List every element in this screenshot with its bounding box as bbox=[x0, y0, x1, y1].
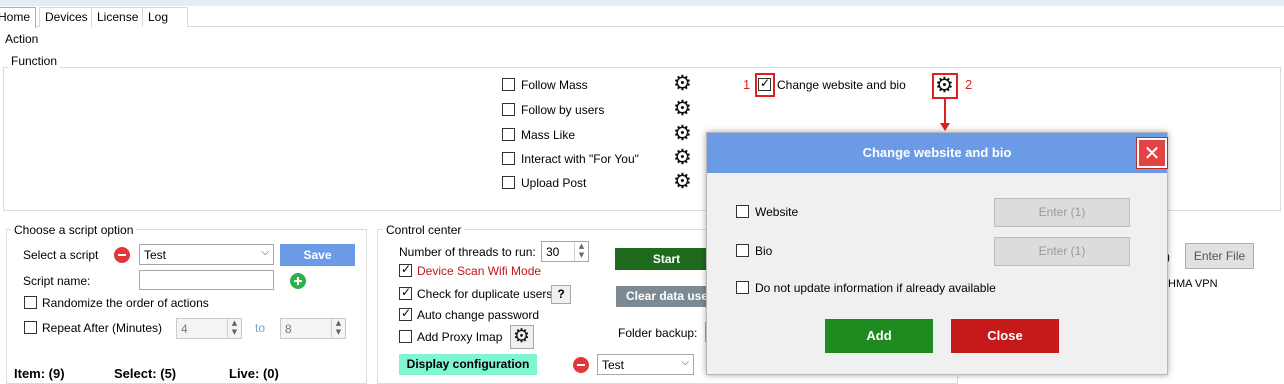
change-website-dialog: Change website and bio ✕ Website Enter (… bbox=[706, 132, 1168, 375]
interact-for-you-gear-icon[interactable]: ⚙ bbox=[673, 147, 692, 168]
script-select[interactable]: Test ⌵ bbox=[139, 244, 274, 265]
config-select-value: Test bbox=[602, 358, 625, 372]
pointer-arrow-line bbox=[944, 99, 946, 125]
change-website-label: Change website and bio bbox=[777, 78, 906, 92]
auto-password-checkbox[interactable] bbox=[399, 306, 412, 321]
folder-backup-label: Folder backup: bbox=[618, 326, 698, 340]
select-script-label: Select a script bbox=[23, 248, 99, 262]
tab-home[interactable]: Home bbox=[0, 7, 37, 28]
check-duplicate-label: Check for duplicate users bbox=[417, 287, 553, 301]
repeat-label: Repeat After (Minutes) bbox=[42, 321, 163, 335]
script-option-legend: Choose a script option bbox=[11, 223, 137, 237]
upload-post-label: Upload Post bbox=[521, 176, 587, 190]
tab-license-label: License bbox=[97, 10, 139, 24]
spinner-arrows-icon[interactable]: ▲ ▼ bbox=[331, 319, 345, 338]
interact-for-you-checkbox[interactable] bbox=[502, 152, 515, 165]
spinner-arrows-icon[interactable]: ▲ ▼ bbox=[574, 242, 588, 261]
script-name-label: Script name: bbox=[23, 274, 91, 288]
tab-bar bbox=[0, 6, 1284, 27]
control-center-legend: Control center bbox=[383, 223, 465, 237]
bio-checkbox[interactable] bbox=[736, 244, 749, 257]
website-label: Website bbox=[755, 205, 799, 219]
enter-file-button[interactable]: Enter File bbox=[1185, 243, 1254, 269]
follow-mass-gear-icon[interactable]: ⚙ bbox=[673, 73, 692, 94]
threads-spinner[interactable]: 30 ▲ ▼ bbox=[541, 241, 589, 262]
dialog-close-icon[interactable]: ✕ bbox=[1136, 137, 1168, 169]
mass-like-label: Mass Like bbox=[521, 128, 576, 142]
follow-mass-label: Follow Mass bbox=[521, 78, 588, 92]
follow-by-users-checkbox[interactable] bbox=[502, 103, 515, 116]
tab-log[interactable]: Log bbox=[142, 7, 188, 27]
tab-log-label: Log bbox=[148, 10, 169, 24]
script-select-value: Test bbox=[144, 248, 167, 262]
remove-script-icon[interactable] bbox=[114, 247, 130, 263]
repeat-to-value: 8 bbox=[285, 322, 292, 336]
marker-1: 1 bbox=[743, 77, 751, 92]
live-count: Live: (0) bbox=[229, 366, 279, 381]
interact-for-you-label: Interact with "For You" bbox=[521, 152, 639, 166]
upload-post-checkbox[interactable] bbox=[502, 176, 515, 189]
check-duplicate-checkbox[interactable] bbox=[399, 285, 412, 300]
script-name-input[interactable] bbox=[139, 270, 274, 290]
follow-by-users-gear-icon[interactable]: ⚙ bbox=[673, 98, 692, 119]
help-button[interactable]: ? bbox=[551, 285, 571, 304]
start-button[interactable]: Start bbox=[615, 248, 718, 270]
add-button[interactable]: Add bbox=[825, 319, 933, 353]
action-label: Action bbox=[5, 32, 39, 46]
follow-by-users-label: Follow by users bbox=[521, 103, 605, 117]
select-count: Select: (5) bbox=[114, 366, 177, 381]
chevron-down-icon: ⌵ bbox=[261, 247, 269, 258]
remove-config-icon[interactable] bbox=[573, 357, 589, 373]
marker-2: 2 bbox=[965, 77, 973, 92]
config-select[interactable]: Test ⌵ bbox=[597, 354, 694, 375]
auto-password-label: Auto change password bbox=[417, 308, 540, 322]
randomize-label: Randomize the order of actions bbox=[42, 296, 209, 310]
add-proxy-checkbox[interactable] bbox=[399, 330, 412, 343]
bio-label: Bio bbox=[755, 244, 773, 258]
bio-enter-button[interactable]: Enter (1) bbox=[994, 237, 1130, 266]
repeat-from-value: 4 bbox=[181, 322, 188, 336]
vpn-label: HMA VPN bbox=[1168, 278, 1218, 290]
tab-devices[interactable]: Devices bbox=[39, 7, 94, 27]
follow-mass-checkbox[interactable] bbox=[502, 78, 515, 91]
device-scan-checkbox[interactable] bbox=[399, 262, 412, 277]
device-scan-label: Device Scan Wifi Mode bbox=[417, 264, 542, 278]
close-button[interactable]: Close bbox=[951, 319, 1059, 353]
to-label: to bbox=[255, 321, 266, 335]
function-legend: Function bbox=[8, 54, 61, 68]
upload-post-gear-icon[interactable]: ⚙ bbox=[673, 171, 692, 192]
add-proxy-label: Add Proxy Imap bbox=[417, 330, 503, 344]
tab-devices-label: Devices bbox=[45, 10, 88, 24]
gear-icon: ⚙ bbox=[513, 325, 531, 347]
mass-like-gear-icon[interactable]: ⚙ bbox=[673, 123, 692, 144]
change-website-checkbox[interactable] bbox=[758, 76, 771, 91]
repeat-from-spinner[interactable]: 4 ▲ ▼ bbox=[176, 318, 242, 339]
threads-value: 30 bbox=[546, 245, 560, 259]
mass-like-checkbox[interactable] bbox=[502, 128, 515, 141]
item-count: Item: (9) bbox=[14, 366, 65, 381]
save-button[interactable]: Save bbox=[280, 244, 355, 266]
clear-data-button[interactable]: Clear data use bbox=[616, 286, 718, 307]
website-enter-button[interactable]: Enter (1) bbox=[994, 198, 1130, 227]
repeat-to-spinner[interactable]: 8 ▲ ▼ bbox=[280, 318, 346, 339]
add-script-icon[interactable] bbox=[290, 273, 306, 289]
change-website-gear-icon[interactable]: ⚙ bbox=[935, 75, 954, 96]
repeat-checkbox[interactable] bbox=[24, 321, 37, 334]
tab-home-label: Home bbox=[0, 10, 31, 24]
chevron-down-icon: ⌵ bbox=[681, 357, 689, 368]
proxy-settings-button[interactable]: ⚙ bbox=[510, 325, 534, 349]
no-update-checkbox[interactable] bbox=[736, 281, 749, 294]
spinner-arrows-icon[interactable]: ▲ ▼ bbox=[227, 319, 241, 338]
randomize-checkbox[interactable] bbox=[24, 296, 37, 309]
no-update-label: Do not update information if already ava… bbox=[755, 281, 996, 295]
tab-license[interactable]: License bbox=[91, 7, 145, 27]
pointer-arrow-head bbox=[940, 123, 950, 131]
website-checkbox[interactable] bbox=[736, 205, 749, 218]
threads-label: Number of threads to run: bbox=[399, 245, 536, 259]
dialog-title: Change website and bio bbox=[707, 133, 1167, 173]
display-configuration-button[interactable]: Display configuration bbox=[399, 354, 537, 375]
